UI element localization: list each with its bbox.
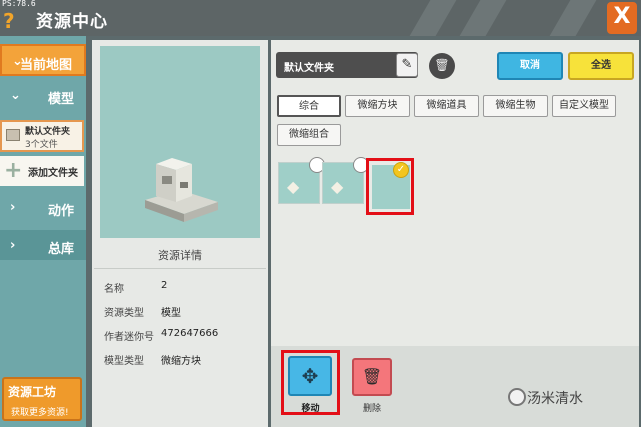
watermark-text: 汤米清水 — [527, 391, 583, 407]
watermark-icon — [508, 388, 526, 406]
resource-tile-selected[interactable]: ✓ — [366, 158, 414, 215]
divider — [94, 268, 266, 269]
folder-file-count: 3个文件 — [25, 140, 58, 150]
select-all-button[interactable]: 全选 — [568, 52, 634, 80]
trash-icon: 🗑 — [361, 367, 383, 386]
sidebar-item-current-map[interactable]: ⌄ 当前地图 — [0, 44, 86, 76]
tab-custom-model[interactable]: 自定义模型 — [552, 95, 616, 117]
detail-value: 微缩方块 — [161, 356, 201, 367]
model-icon: ◆ — [331, 177, 344, 196]
close-button[interactable]: X — [607, 2, 637, 34]
resource-tile[interactable]: ◆ — [278, 157, 325, 204]
delete-folder-button[interactable]: 🗑 — [429, 53, 455, 79]
detail-label: 名称 — [104, 284, 124, 295]
model-icon: ◆ — [287, 177, 300, 196]
sidebar-item-model[interactable]: ⌄ 模型 — [0, 80, 86, 114]
tab-all[interactable]: 综合 — [277, 95, 341, 117]
folder-icon — [6, 129, 20, 141]
chevron-right-icon: › — [10, 238, 16, 253]
move-label: 移动 — [301, 404, 320, 414]
move-arrows-icon: ✥ — [301, 364, 319, 388]
page-title: 资源中心 — [36, 12, 108, 32]
detail-value: 2 — [161, 280, 168, 291]
sidebar-item-label: 当前地图 — [19, 58, 72, 73]
trash-icon: 🗑 — [434, 58, 450, 72]
move-button[interactable]: ✥ — [288, 356, 332, 396]
pencil-icon: ✎ — [401, 57, 413, 72]
model-preview-image — [145, 158, 218, 222]
check-icon[interactable]: ✓ — [393, 162, 409, 178]
sidebar: ⌄ 当前地图 ⌄ 模型 默认文件夹 3个文件 + 添加文件夹 › 动作 › 总库 — [0, 36, 86, 427]
detail-label: 资源类型 — [104, 308, 144, 319]
model-preview — [100, 46, 260, 238]
sidebar-item-label: 总库 — [47, 242, 74, 257]
workshop-subtitle: 获取更多资源! — [11, 408, 69, 418]
detail-title: 资源详情 — [158, 249, 202, 262]
folder-name: 默认文件夹 — [25, 127, 71, 137]
sidebar-item-default-folder[interactable]: 默认文件夹 3个文件 — [0, 120, 84, 152]
plus-icon: + — [4, 158, 23, 183]
detail-value: 模型 — [161, 308, 181, 319]
detail-value: 472647666 — [161, 328, 219, 339]
chevron-right-icon: › — [10, 200, 16, 215]
sidebar-item-library[interactable]: › 总库 — [0, 230, 86, 260]
delete-button[interactable]: 🗑 — [352, 358, 392, 396]
tab-mini-block[interactable]: 微缩方块 — [345, 95, 410, 117]
tab-mini-creature[interactable]: 微缩生物 — [483, 95, 548, 117]
detail-label: 模型类型 — [104, 356, 144, 367]
sidebar-item-label: 动作 — [47, 204, 74, 219]
top-bar-stripe — [409, 0, 457, 36]
resource-tile[interactable]: ◆ — [322, 157, 369, 204]
resource-workshop-button[interactable]: 资源工坊 获取更多资源! — [2, 377, 82, 421]
tab-mini-combo[interactable]: 微缩组合 — [277, 124, 341, 146]
top-bar-stripe — [459, 0, 507, 36]
close-icon: X — [613, 4, 631, 29]
edit-folder-button[interactable]: ✎ — [396, 53, 418, 77]
fps-counter: PS:78.6 — [2, 0, 36, 8]
cancel-button[interactable]: 取消 — [497, 52, 563, 80]
add-folder-button[interactable]: + 添加文件夹 — [0, 156, 84, 186]
sidebar-item-label: 模型 — [47, 92, 74, 107]
detail-label: 作者迷你号 — [104, 332, 154, 343]
help-icon[interactable]: ? — [3, 9, 15, 33]
workshop-title: 资源工坊 — [8, 385, 57, 399]
sidebar-item-action[interactable]: › 动作 — [0, 192, 86, 226]
delete-label: 删除 — [362, 404, 381, 414]
tab-mini-prop[interactable]: 微缩道具 — [414, 95, 479, 117]
chevron-down-icon: ⌄ — [10, 88, 21, 103]
add-folder-label: 添加文件夹 — [28, 168, 78, 179]
top-bar-stripe — [549, 0, 597, 36]
